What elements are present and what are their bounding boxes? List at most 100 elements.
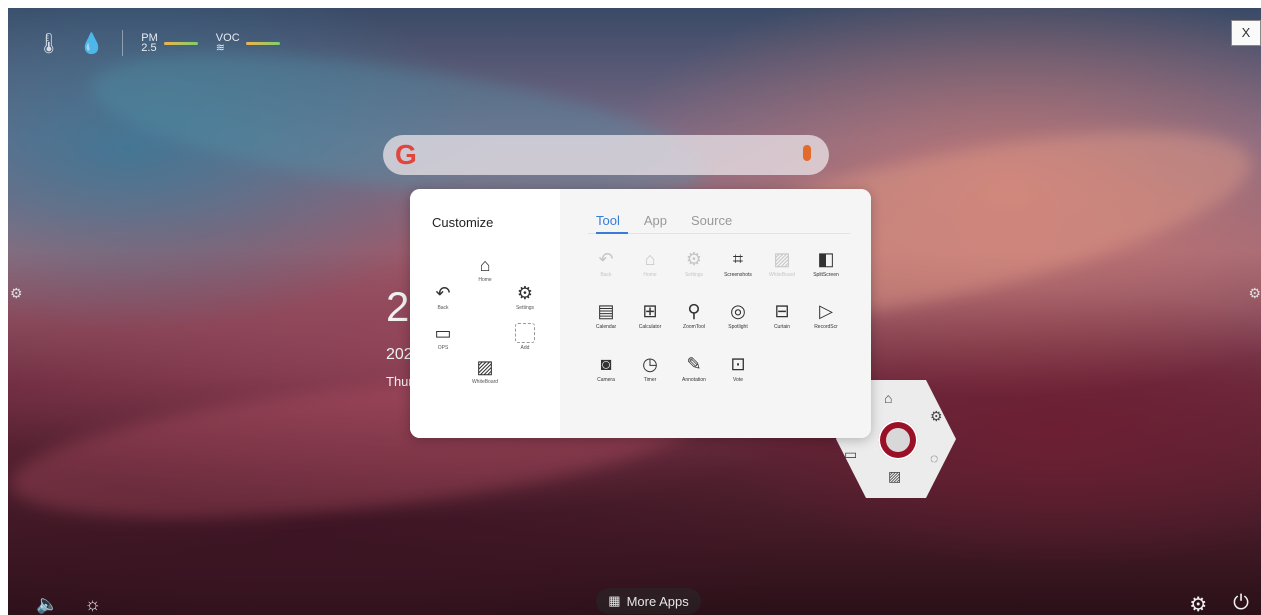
active-tab-indicator bbox=[596, 232, 628, 234]
gear-icon[interactable]: ⚙ bbox=[1189, 592, 1207, 615]
camera-icon: ◙ bbox=[600, 354, 612, 374]
tool-label: Screenshots bbox=[724, 272, 752, 278]
tool-label: Back bbox=[600, 272, 612, 278]
tool-picker-pane: Tool App Source ↶ Back ⌂ Home ⚙ Settings ⌗ S… bbox=[560, 189, 871, 438]
preview-back[interactable]: ↶ Back bbox=[418, 283, 468, 311]
more-apps-button[interactable]: ▦ More Apps bbox=[596, 588, 701, 614]
tool-label: Spotlight bbox=[728, 324, 748, 330]
preview-label: Home bbox=[478, 277, 492, 283]
preview-label: Back bbox=[437, 305, 449, 311]
clock-date: 202 bbox=[386, 346, 413, 363]
spotlight-icon: ◎ bbox=[730, 301, 746, 321]
right-edge-handle[interactable]: ⚙ bbox=[1248, 285, 1261, 302]
tool-label: Timer bbox=[643, 377, 657, 383]
tool-label: Vote bbox=[732, 377, 743, 383]
sensor-bar: 🌡 💧 PM 2.5 VOC ≋ bbox=[36, 30, 280, 56]
tool-curtain[interactable]: ⊟ Curtain bbox=[762, 301, 802, 330]
preview-ops[interactable]: ▭ OPS bbox=[418, 323, 468, 351]
microphone-icon[interactable] bbox=[803, 145, 811, 161]
preview-add[interactable]: Add bbox=[500, 323, 550, 351]
curtain-icon: ⊟ bbox=[774, 301, 790, 321]
tool-label: WhiteBoard bbox=[768, 272, 796, 278]
timer-icon: ◷ bbox=[642, 354, 658, 374]
clock-weekday: Thur bbox=[386, 374, 413, 389]
bottom-right-controls: ⚙ ⏻ bbox=[1189, 592, 1249, 615]
close-button[interactable]: X bbox=[1231, 20, 1261, 46]
tool-spotlight[interactable]: ◎ Spotlight bbox=[718, 301, 758, 330]
tool-recordscr[interactable]: ▷ RecordScr bbox=[806, 301, 846, 330]
pm-value: 2.5 bbox=[141, 42, 157, 54]
tool-home[interactable]: ⌂ Home bbox=[630, 249, 670, 278]
divider bbox=[122, 30, 124, 56]
preview-whiteboard[interactable]: ▨ WhiteBoard bbox=[460, 357, 510, 385]
left-edge-handle[interactable]: ⚙ bbox=[10, 285, 23, 302]
brightness-icon[interactable]: ☼ bbox=[84, 594, 101, 615]
preview-pane: Customize ⌂ Home ↶ Back ⚙ Settings ▭ OPS… bbox=[410, 189, 560, 438]
tool-zoomtool[interactable]: ⚲ ZoomTool bbox=[674, 301, 714, 330]
volume-icon[interactable]: 🔈 bbox=[36, 594, 58, 615]
pm-level-bar bbox=[163, 41, 198, 45]
tool-timer[interactable]: ◷ Timer bbox=[630, 354, 670, 383]
search-bar[interactable]: G bbox=[383, 135, 829, 175]
tool-annotation[interactable]: ✎ Annotation bbox=[674, 354, 714, 383]
preview-settings[interactable]: ⚙ Settings bbox=[500, 283, 550, 311]
tool-back[interactable]: ↶ Back bbox=[586, 249, 626, 278]
tool-splitscreen[interactable]: ◧ SplitScreen bbox=[806, 249, 846, 278]
settings-icon[interactable]: ⚙ bbox=[930, 408, 943, 425]
droplet-icon: 💧 bbox=[79, 32, 105, 55]
tool-camera[interactable]: ◙ Camera bbox=[586, 354, 626, 383]
preview-label: Add bbox=[520, 345, 530, 351]
split-screen-icon: ◧ bbox=[817, 249, 835, 269]
home-icon: ⌂ bbox=[479, 255, 491, 275]
pen-icon: ✎ bbox=[686, 354, 702, 374]
grid-icon: ▦ bbox=[608, 593, 621, 608]
floating-menu-hub[interactable] bbox=[878, 420, 918, 460]
tab-source[interactable]: Source bbox=[691, 213, 732, 228]
preview-home[interactable]: ⌂ Home bbox=[460, 255, 510, 283]
voc-wave-icon: ≋ bbox=[215, 42, 226, 54]
monitor-icon[interactable]: ▭ bbox=[844, 446, 857, 463]
tool-settings[interactable]: ⚙ Settings bbox=[674, 249, 714, 278]
tool-label: Calendar bbox=[595, 324, 617, 330]
more-apps-label: More Apps bbox=[626, 593, 689, 609]
monitor-icon: ▭ bbox=[434, 323, 452, 343]
voc-level-bar bbox=[245, 41, 280, 45]
preview-label: WhiteBoard bbox=[471, 379, 499, 385]
add-icon bbox=[515, 323, 535, 343]
back-icon: ↶ bbox=[598, 249, 614, 269]
pm-reading: PM 2.5 bbox=[141, 33, 198, 54]
thermometer-icon: 🌡 bbox=[36, 32, 62, 55]
voc-reading: VOC ≋ bbox=[215, 33, 280, 54]
home-icon[interactable]: ⌂ bbox=[884, 390, 892, 406]
home-icon: ⌂ bbox=[644, 249, 656, 269]
magnifier-icon: ⚲ bbox=[687, 301, 701, 321]
tool-calendar[interactable]: ▤ Calendar bbox=[586, 301, 626, 330]
tool-label: Home bbox=[643, 272, 657, 278]
google-logo-icon: G bbox=[395, 139, 417, 170]
tool-label: Annotation bbox=[682, 377, 706, 383]
screen-record-icon[interactable]: ◌ bbox=[930, 450, 938, 466]
customize-dialog: Customize ⌂ Home ↶ Back ⚙ Settings ▭ OPS… bbox=[410, 189, 871, 438]
calendar-icon: ▤ bbox=[597, 301, 615, 321]
tab-tool[interactable]: Tool bbox=[596, 213, 620, 228]
dialog-title: Customize bbox=[432, 215, 494, 230]
power-icon[interactable]: ⏻ bbox=[1233, 592, 1249, 615]
tool-label: Camera bbox=[597, 377, 615, 383]
whiteboard-icon[interactable]: ▨ bbox=[888, 468, 901, 485]
tool-label: Curtain bbox=[773, 324, 791, 330]
tool-label: RecordScr bbox=[814, 324, 838, 330]
settings-icon: ⚙ bbox=[516, 283, 534, 303]
whiteboard-icon: ▨ bbox=[773, 249, 791, 269]
clock-time: 2 bbox=[386, 283, 410, 330]
tool-whiteboard[interactable]: ▨ WhiteBoard bbox=[762, 249, 802, 278]
whiteboard-icon: ▨ bbox=[476, 357, 494, 377]
calculator-icon: ⊞ bbox=[642, 301, 658, 321]
tool-calculator[interactable]: ⊞ Calculator bbox=[630, 301, 670, 330]
tab-bar: Tool App Source bbox=[596, 213, 732, 228]
bottom-left-controls: 🔈 ☼ bbox=[36, 594, 101, 615]
tab-app[interactable]: App bbox=[644, 213, 667, 228]
crop-icon: ⌗ bbox=[732, 249, 744, 269]
tool-vote[interactable]: ⊡ Vote bbox=[718, 354, 758, 383]
tool-label: SplitScreen bbox=[813, 272, 839, 278]
tool-screenshots[interactable]: ⌗ Screenshots bbox=[718, 249, 758, 278]
